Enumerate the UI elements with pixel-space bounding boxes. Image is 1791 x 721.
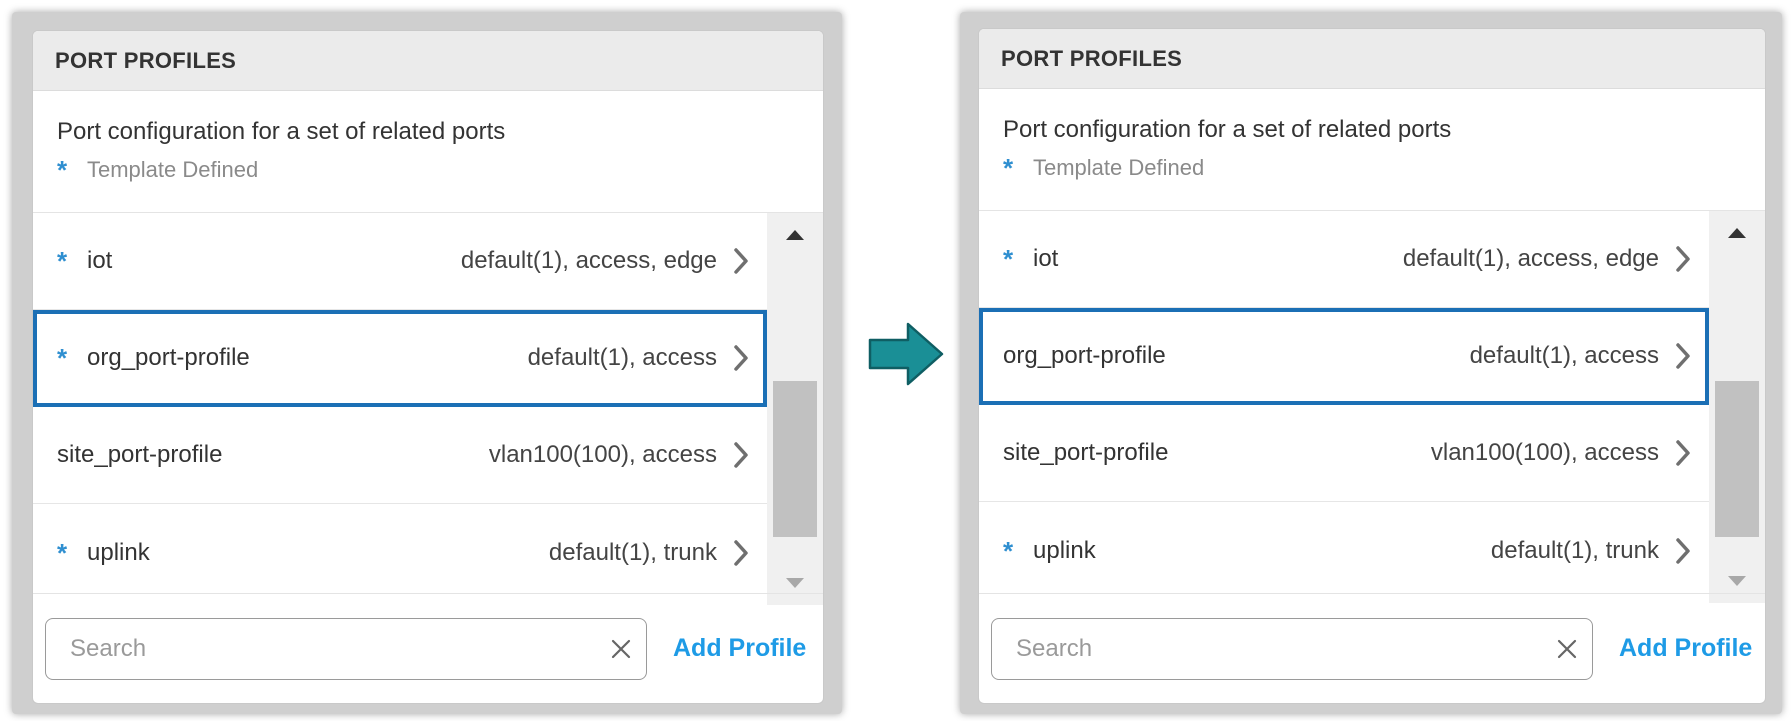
star-icon: * — [1003, 535, 1014, 566]
profile-list: * iot default(1), access, edge * org_port-… — [33, 213, 823, 605]
profile-summary: vlan100(100), access — [488, 441, 717, 468]
chevron-right-icon — [734, 442, 748, 468]
search-input[interactable] — [1014, 633, 1554, 664]
description-text: Port configuration for a set of related … — [57, 118, 506, 145]
panel-title: PORT PROFILES — [33, 31, 823, 91]
list-scrollbar[interactable] — [767, 213, 823, 605]
arrow-right-icon — [868, 322, 944, 386]
profile-list: * iot default(1), access, edge org_port-p… — [979, 211, 1765, 603]
profile-row-uplink[interactable]: * uplink default(1), trunk — [979, 502, 1709, 599]
star-icon: * — [1003, 244, 1014, 274]
panel-title: PORT PROFILES — [979, 29, 1765, 89]
list-scrollbar[interactable] — [1709, 211, 1765, 603]
close-icon[interactable] — [608, 636, 634, 662]
profile-row-uplink[interactable]: * uplink default(1), trunk — [33, 504, 767, 601]
template-legend: * Template Defined — [57, 157, 799, 183]
profile-summary: default(1), access — [527, 344, 717, 371]
search-input[interactable] — [68, 633, 608, 664]
profile-name: iot — [87, 247, 113, 274]
panel-description: Port configuration for a set of related … — [979, 89, 1765, 211]
star-icon: * — [57, 343, 68, 373]
profile-summary: vlan100(100), access — [1430, 439, 1659, 466]
legend-label: Template Defined — [87, 157, 259, 182]
profile-summary: default(1), access, edge — [460, 247, 717, 274]
chevron-right-icon — [1676, 343, 1690, 369]
profile-summary: default(1), access, edge — [1402, 245, 1659, 272]
port-profiles-panel-before: PORT PROFILES Port configuration for a s… — [32, 30, 824, 704]
chevron-right-icon — [1676, 440, 1690, 466]
profile-row-org-port-profile[interactable]: org_port-profile default(1), access — [979, 308, 1709, 405]
profile-summary: default(1), access — [1469, 342, 1659, 369]
profile-row-iot[interactable]: * iot default(1), access, edge — [979, 211, 1709, 308]
profile-name: site_port-profile — [57, 441, 223, 468]
profile-name: iot — [1033, 245, 1059, 272]
add-profile-button[interactable]: Add Profile — [1619, 634, 1752, 663]
panel-description: Port configuration for a set of related … — [33, 91, 823, 213]
port-profiles-panel-after: PORT PROFILES Port configuration for a s… — [978, 28, 1766, 704]
template-legend: * Template Defined — [1003, 155, 1741, 181]
star-icon: * — [57, 246, 68, 276]
profile-row-iot[interactable]: * iot default(1), access, edge — [33, 213, 767, 310]
description-text: Port configuration for a set of related … — [1003, 116, 1452, 143]
scrollbar-thumb[interactable] — [773, 381, 817, 537]
star-icon: * — [57, 537, 68, 568]
profile-row-site-port-profile[interactable]: site_port-profile vlan100(100), access — [979, 405, 1709, 502]
chevron-right-icon — [1676, 537, 1690, 564]
profile-name: uplink — [87, 538, 150, 566]
chevron-right-icon — [734, 539, 748, 566]
profile-summary: default(1), trunk — [1490, 536, 1659, 564]
star-icon: * — [57, 155, 68, 185]
profile-row-site-port-profile[interactable]: site_port-profile vlan100(100), access — [33, 407, 767, 504]
profile-name: site_port-profile — [1003, 439, 1169, 466]
close-icon[interactable] — [1554, 636, 1580, 662]
chevron-right-icon — [734, 345, 748, 371]
scroll-up-arrow-icon[interactable] — [1709, 213, 1765, 253]
profile-row-org-port-profile[interactable]: * org_port-profile default(1), access — [33, 310, 767, 407]
star-icon: * — [1003, 153, 1014, 183]
scroll-up-arrow-icon[interactable] — [767, 215, 823, 255]
search-bar: Add Profile — [979, 593, 1765, 703]
chevron-right-icon — [734, 248, 748, 274]
search-box — [991, 617, 1593, 680]
legend-label: Template Defined — [1033, 155, 1205, 180]
profile-name: uplink — [1033, 536, 1096, 564]
profile-summary: default(1), trunk — [548, 538, 717, 566]
profile-name: org_port-profile — [87, 344, 250, 371]
scrollbar-thumb[interactable] — [1715, 381, 1759, 537]
search-bar: Add Profile — [33, 593, 823, 703]
add-profile-button[interactable]: Add Profile — [673, 634, 806, 663]
profile-name: org_port-profile — [1003, 342, 1166, 369]
search-box — [45, 617, 647, 680]
chevron-right-icon — [1676, 246, 1690, 272]
